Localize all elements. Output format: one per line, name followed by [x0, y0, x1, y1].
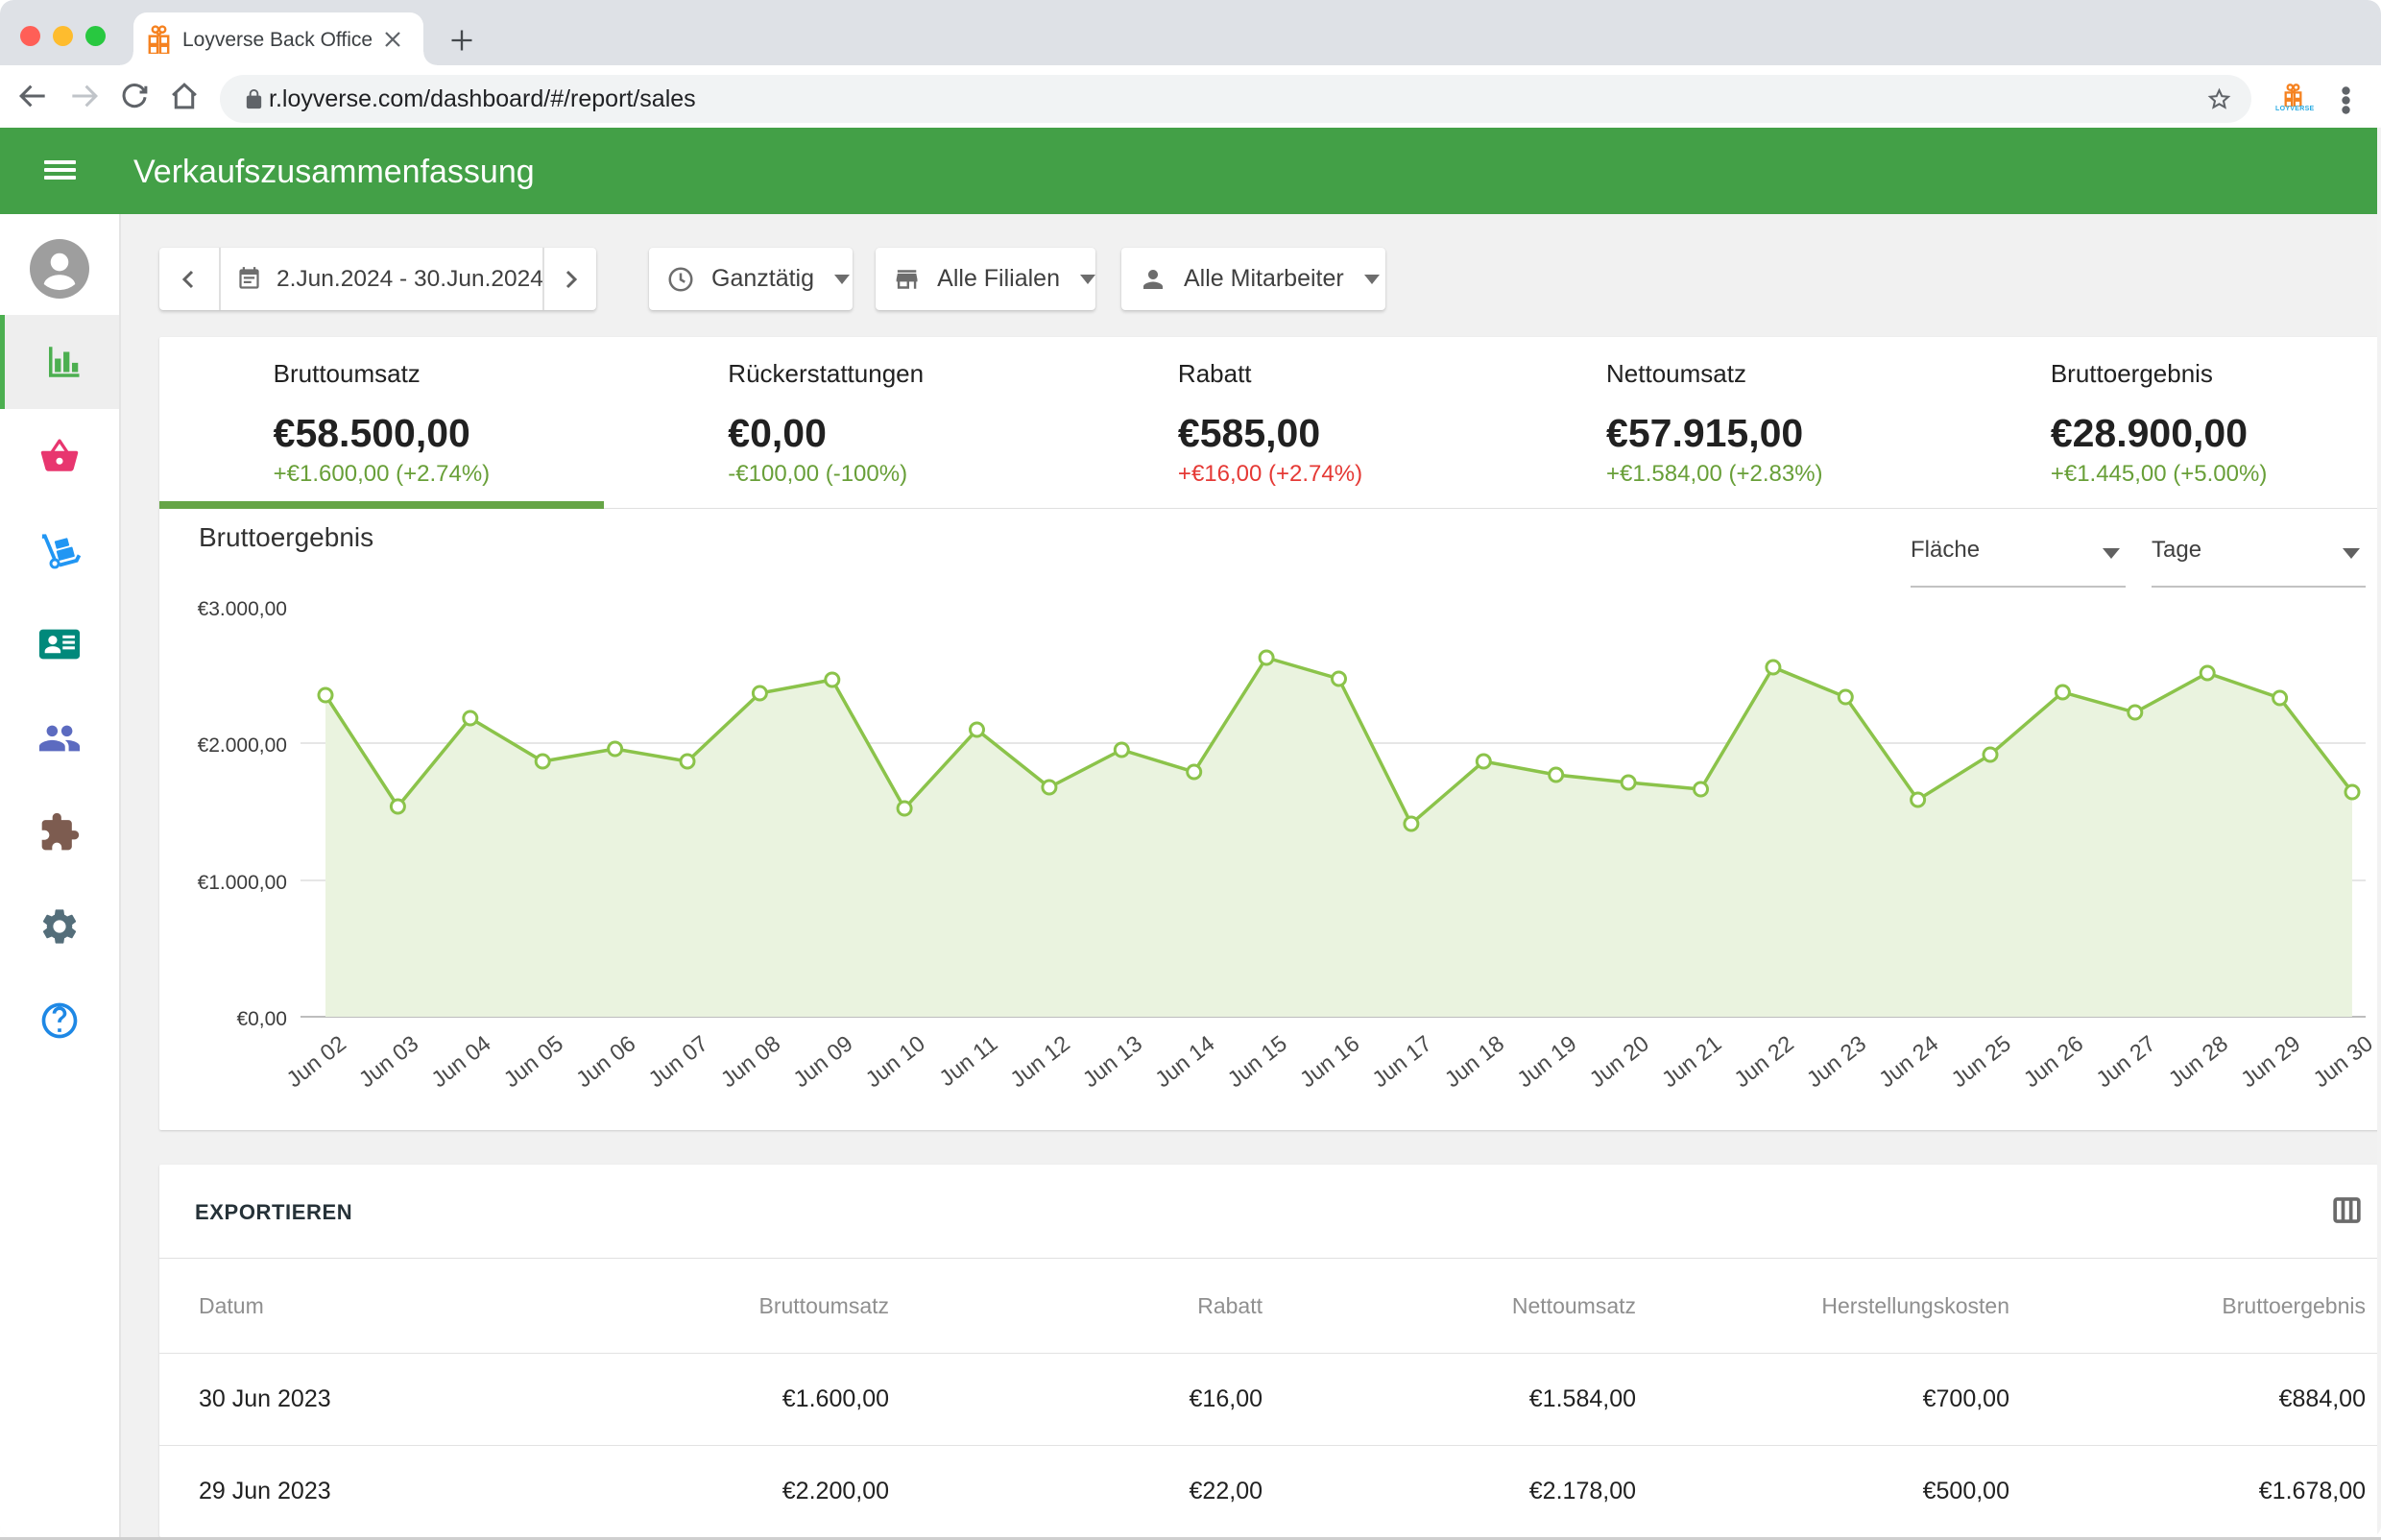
svg-text:€0,00: €0,00	[236, 1008, 287, 1030]
svg-text:€3.000,00: €3.000,00	[198, 598, 287, 620]
svg-text:Jun 16: Jun 16	[1295, 1030, 1364, 1092]
svg-text:Jun 19: Jun 19	[1512, 1030, 1581, 1092]
svg-text:Jun 22: Jun 22	[1729, 1030, 1798, 1092]
svg-text:Jun 09: Jun 09	[788, 1030, 857, 1092]
svg-text:Jun 23: Jun 23	[1802, 1030, 1871, 1092]
svg-text:Jun 10: Jun 10	[861, 1030, 930, 1092]
svg-text:Jun 26: Jun 26	[2019, 1030, 2088, 1092]
svg-text:Jun 24: Jun 24	[1874, 1030, 1943, 1092]
svg-text:Jun 08: Jun 08	[716, 1030, 785, 1092]
svg-text:Jun 02: Jun 02	[281, 1030, 350, 1092]
svg-text:Jun 14: Jun 14	[1150, 1030, 1219, 1092]
svg-text:Jun 27: Jun 27	[2091, 1030, 2160, 1092]
svg-text:Jun 17: Jun 17	[1367, 1030, 1436, 1092]
svg-text:Jun 28: Jun 28	[2164, 1030, 2233, 1092]
svg-text:€1.000,00: €1.000,00	[198, 872, 287, 894]
svg-text:Jun 03: Jun 03	[354, 1030, 423, 1092]
svg-text:Jun 12: Jun 12	[1005, 1030, 1074, 1092]
svg-text:Jun 15: Jun 15	[1223, 1030, 1292, 1092]
svg-text:Jun 06: Jun 06	[571, 1030, 640, 1092]
svg-text:Jun 30: Jun 30	[2308, 1030, 2377, 1092]
svg-text:Jun 13: Jun 13	[1078, 1030, 1147, 1092]
svg-text:Jun 21: Jun 21	[1657, 1030, 1726, 1092]
svg-text:Jun 07: Jun 07	[643, 1030, 712, 1092]
svg-text:Jun 05: Jun 05	[499, 1030, 568, 1092]
svg-text:Jun 25: Jun 25	[1946, 1030, 2015, 1092]
svg-text:Jun 11: Jun 11	[934, 1030, 1001, 1091]
svg-text:€2.000,00: €2.000,00	[198, 734, 287, 757]
svg-text:Jun 20: Jun 20	[1585, 1030, 1654, 1092]
svg-text:Jun 04: Jun 04	[426, 1030, 495, 1092]
svg-text:Jun 18: Jun 18	[1440, 1030, 1509, 1092]
svg-text:Jun 29: Jun 29	[2236, 1030, 2305, 1092]
